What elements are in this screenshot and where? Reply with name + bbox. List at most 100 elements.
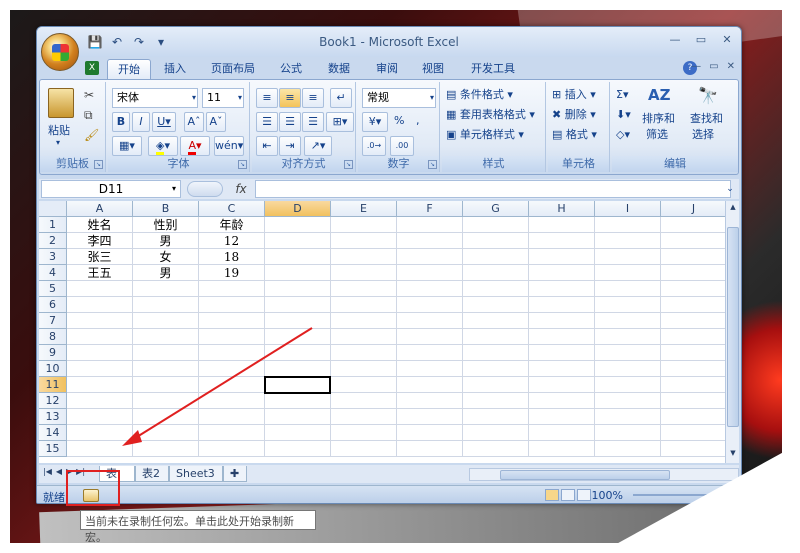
- bold-button[interactable]: B: [112, 112, 130, 132]
- table-cell[interactable]: [265, 345, 331, 361]
- table-cell[interactable]: [265, 361, 331, 377]
- table-cell[interactable]: [463, 297, 529, 313]
- table-cell[interactable]: [67, 393, 133, 409]
- table-cell[interactable]: [661, 393, 725, 409]
- table-cell[interactable]: [463, 345, 529, 361]
- sort-filter-label-2[interactable]: 筛选: [646, 126, 668, 142]
- table-cell[interactable]: [199, 441, 265, 457]
- expand-formula-bar-icon[interactable]: ⌄: [723, 180, 737, 198]
- table-cell[interactable]: [265, 217, 331, 233]
- table-cell[interactable]: [595, 281, 661, 297]
- table-cell[interactable]: [133, 313, 199, 329]
- sheet-tab-2[interactable]: 表2: [135, 466, 169, 482]
- normal-view-icon[interactable]: [545, 489, 559, 501]
- table-cell[interactable]: [463, 409, 529, 425]
- table-cell[interactable]: [397, 409, 463, 425]
- currency-icon[interactable]: ¥▾: [362, 112, 388, 132]
- table-cell[interactable]: 李四: [67, 233, 133, 249]
- row-header[interactable]: 6: [39, 297, 67, 313]
- row-header[interactable]: 9: [39, 345, 67, 361]
- table-cell[interactable]: [595, 217, 661, 233]
- table-cell[interactable]: [199, 345, 265, 361]
- table-cell[interactable]: [661, 425, 725, 441]
- row-header[interactable]: 10: [39, 361, 67, 377]
- row-header[interactable]: 13: [39, 409, 67, 425]
- table-cell[interactable]: [661, 265, 725, 281]
- table-cell[interactable]: [199, 281, 265, 297]
- table-cell[interactable]: [331, 281, 397, 297]
- paste-icon[interactable]: [48, 88, 74, 118]
- table-cell[interactable]: [397, 393, 463, 409]
- delete-cells-button[interactable]: ✖ 删除 ▾: [552, 106, 610, 126]
- paste-button[interactable]: 粘贴: [48, 122, 70, 138]
- wrap-text-icon[interactable]: ↵: [330, 88, 352, 108]
- table-cell[interactable]: [133, 393, 199, 409]
- table-cell[interactable]: [595, 233, 661, 249]
- table-cell[interactable]: [529, 345, 595, 361]
- row-header[interactable]: 14: [39, 425, 67, 441]
- table-cell[interactable]: [463, 265, 529, 281]
- table-cell[interactable]: [463, 313, 529, 329]
- table-cell[interactable]: [67, 361, 133, 377]
- table-cell[interactable]: [133, 377, 199, 393]
- select-all-corner[interactable]: [39, 201, 67, 217]
- row-header[interactable]: 5: [39, 281, 67, 297]
- table-cell[interactable]: [529, 393, 595, 409]
- table-cell[interactable]: [529, 441, 595, 457]
- fill-icon[interactable]: ⬇▾: [616, 106, 638, 126]
- table-cell[interactable]: [67, 441, 133, 457]
- table-cell[interactable]: [67, 409, 133, 425]
- table-cell[interactable]: [463, 233, 529, 249]
- table-cell[interactable]: [529, 281, 595, 297]
- table-cell[interactable]: [463, 249, 529, 265]
- orientation-icon[interactable]: ↗▾: [304, 136, 332, 156]
- table-cell[interactable]: [397, 425, 463, 441]
- table-cell[interactable]: [199, 377, 265, 393]
- page-break-view-icon[interactable]: [577, 489, 591, 501]
- table-cell[interactable]: [397, 297, 463, 313]
- table-cell[interactable]: [265, 393, 331, 409]
- italic-button[interactable]: I: [132, 112, 150, 132]
- format-painter-icon[interactable]: 🖌: [84, 128, 99, 142]
- align-middle-icon[interactable]: ≡: [279, 88, 301, 108]
- decrease-font-icon[interactable]: Aˇ: [206, 112, 226, 132]
- table-cell[interactable]: [67, 281, 133, 297]
- table-cell[interactable]: [397, 441, 463, 457]
- find-select-icon[interactable]: 🔭: [698, 86, 724, 108]
- table-cell[interactable]: 年龄: [199, 217, 265, 233]
- table-cell[interactable]: [331, 345, 397, 361]
- row-header[interactable]: 15: [39, 441, 67, 457]
- table-cell[interactable]: [397, 361, 463, 377]
- table-cell[interactable]: [331, 313, 397, 329]
- table-cell[interactable]: [463, 377, 529, 393]
- table-cell[interactable]: [529, 249, 595, 265]
- column-header[interactable]: E: [331, 201, 397, 217]
- name-box[interactable]: D11 ▾: [41, 180, 181, 198]
- table-cell[interactable]: [595, 425, 661, 441]
- column-header[interactable]: J: [661, 201, 725, 217]
- column-header[interactable]: B: [133, 201, 199, 217]
- tab-developer[interactable]: 开发工具: [463, 59, 523, 79]
- table-cell[interactable]: [199, 393, 265, 409]
- worksheet-grid[interactable]: A B C D E F G H I J 1 姓名 性别 年龄 2 李四男 12 3 张三女 18 4 王五男 19 5 6 7 8 9…: [39, 201, 725, 463]
- table-cell[interactable]: [529, 361, 595, 377]
- table-cell[interactable]: [661, 313, 725, 329]
- column-header[interactable]: C: [199, 201, 265, 217]
- table-cell[interactable]: [265, 297, 331, 313]
- insert-cells-button[interactable]: ⊞ 插入 ▾: [552, 86, 610, 106]
- table-cell[interactable]: [463, 329, 529, 345]
- table-cell[interactable]: [529, 377, 595, 393]
- comma-icon[interactable]: ,: [416, 112, 432, 132]
- formula-input[interactable]: [255, 180, 731, 198]
- table-cell[interactable]: [397, 265, 463, 281]
- table-cell[interactable]: [331, 425, 397, 441]
- table-cell[interactable]: [331, 361, 397, 377]
- table-cell[interactable]: [331, 441, 397, 457]
- table-cell[interactable]: [67, 313, 133, 329]
- table-cell[interactable]: [265, 441, 331, 457]
- table-cell[interactable]: [133, 409, 199, 425]
- insert-function-button[interactable]: fx: [229, 180, 253, 198]
- table-cell[interactable]: [661, 281, 725, 297]
- table-cell[interactable]: [133, 281, 199, 297]
- ribbon-close-icon[interactable]: ✕: [727, 61, 735, 72]
